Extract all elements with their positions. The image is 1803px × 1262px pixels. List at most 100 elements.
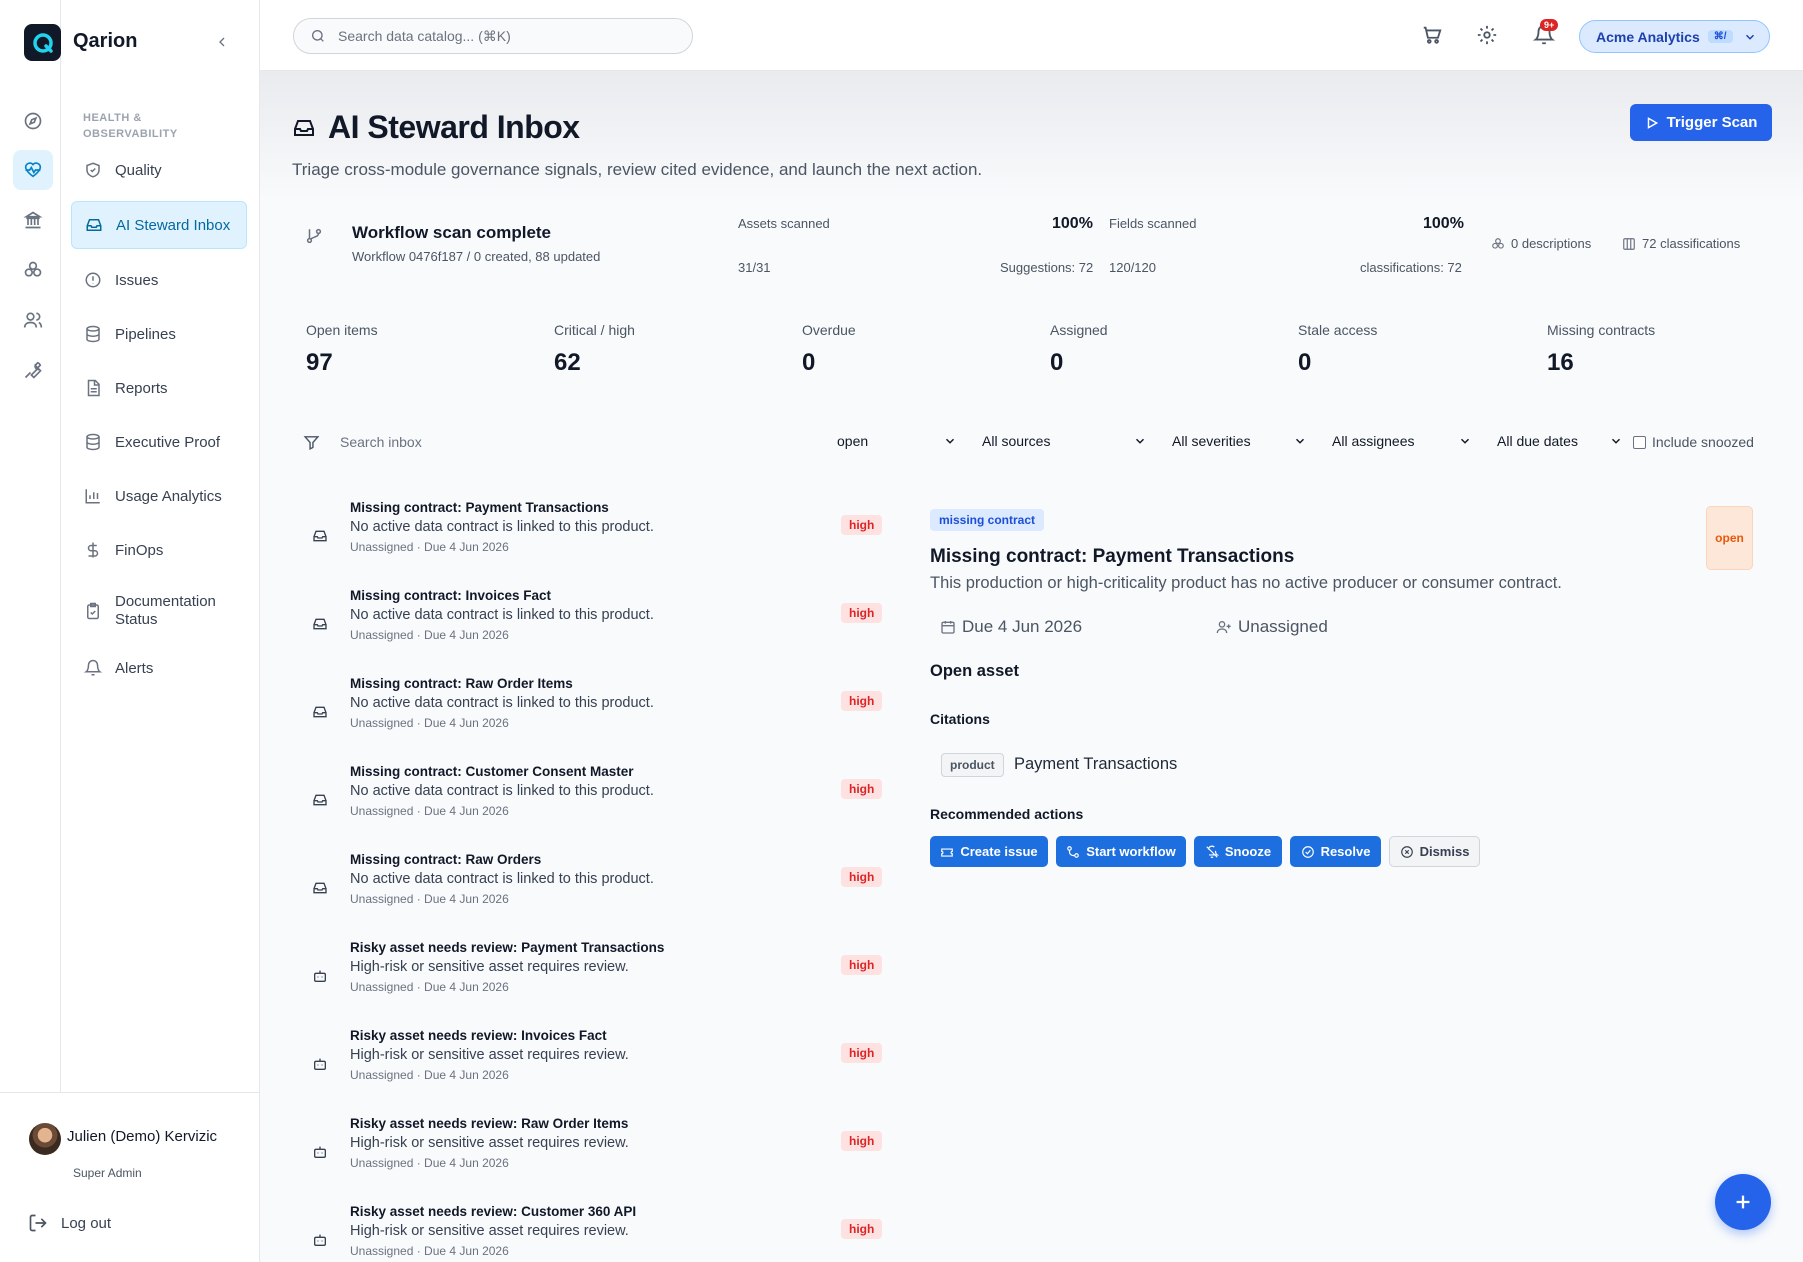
sidebar-item-usage-analytics[interactable]: Usage Analytics — [71, 472, 247, 520]
collapse-sidebar-icon[interactable] — [214, 34, 230, 50]
stat-stale-access-value: 0 — [1298, 349, 1312, 376]
database-icon — [86, 325, 100, 343]
sidebar-item-pipelines[interactable]: Pipelines — [71, 310, 247, 358]
scan-subtitle: Workflow 0476f187 / 0 created, 88 update… — [352, 249, 601, 264]
severity-filter-value: All severities — [1172, 433, 1251, 449]
sidebar-item-label: FinOps — [115, 541, 164, 559]
sidebar-item-label: Pipelines — [115, 325, 176, 343]
wrench-icon[interactable] — [13, 350, 53, 390]
severity-badge: high — [841, 1219, 883, 1239]
detail-assignee[interactable]: Unassigned — [1216, 617, 1328, 637]
avatar[interactable] — [29, 1123, 61, 1155]
item-title: Missing contract: Payment Transactions — [350, 500, 609, 515]
list-item[interactable]: Missing contract: Invoices Fact No activ… — [300, 588, 890, 668]
sidebar-item-alerts[interactable]: Alerts — [71, 644, 247, 692]
item-title: Risky asset needs review: Raw Order Item… — [350, 1116, 629, 1131]
source-filter-select[interactable]: All sources — [982, 433, 1147, 449]
inbox-icon — [313, 882, 327, 894]
create-issue-button[interactable]: Create issue — [930, 836, 1048, 867]
fields-scanned-count: 120/120 — [1109, 260, 1156, 275]
cart-icon[interactable] — [1421, 24, 1443, 46]
clipboard-check-icon — [87, 602, 99, 620]
gear-icon[interactable] — [1476, 24, 1498, 46]
sidebar-item-label: Alerts — [115, 659, 154, 677]
sidebar-item-issues[interactable]: Issues — [71, 256, 247, 304]
bot-icon — [314, 970, 326, 982]
assets-scanned-pct: 100% — [1052, 215, 1093, 232]
sidebar-item-reports[interactable]: Reports — [71, 364, 247, 412]
compass-icon[interactable] — [13, 101, 53, 141]
severity-badge: high — [841, 515, 883, 535]
severity-filter-select[interactable]: All severities — [1172, 433, 1307, 449]
users-icon[interactable] — [13, 300, 53, 340]
status-filter-value: open — [837, 433, 869, 449]
item-title: Missing contract: Raw Orders — [350, 852, 542, 867]
snooze-button[interactable]: Snooze — [1194, 836, 1282, 867]
sidebar-item-label: Documentation Status — [115, 593, 216, 628]
add-button[interactable] — [1715, 1174, 1771, 1230]
item-meta: Unassigned · Due 4 Jun 2026 — [350, 1068, 509, 1082]
chevron-down-icon — [1745, 34, 1754, 40]
severity-badge: high — [841, 1043, 883, 1063]
dismiss-label: Dismiss — [1419, 844, 1470, 859]
checkbox[interactable] — [1633, 435, 1646, 449]
sidebar-item-documentation-status[interactable]: Documentation Status — [71, 587, 247, 635]
inbox-icon — [313, 794, 327, 806]
resolve-button[interactable]: Resolve — [1290, 836, 1381, 867]
open-asset-link[interactable]: Open asset — [930, 662, 1019, 681]
sidebar-item-finops[interactable]: FinOps — [71, 526, 247, 574]
item-meta: Unassigned · Due 4 Jun 2026 — [350, 804, 509, 818]
sidebar-item-quality[interactable]: Quality — [71, 146, 247, 194]
list-item[interactable]: Missing contract: Raw Orders No active d… — [300, 852, 890, 932]
database-icon — [86, 433, 100, 451]
list-item[interactable]: Risky asset needs review: Raw Order Item… — [300, 1116, 890, 1196]
heart-pulse-icon[interactable] — [13, 150, 53, 190]
bar-chart-icon — [85, 489, 100, 504]
inbox-search-input[interactable]: Search inbox — [340, 434, 422, 450]
sidebar-item-ai-steward-inbox[interactable]: AI Steward Inbox — [71, 201, 247, 249]
nav-section-title: HEALTH & OBSERVABILITY — [83, 112, 178, 140]
resolve-label: Resolve — [1320, 844, 1371, 859]
list-item[interactable]: Risky asset needs review: Payment Transa… — [300, 940, 890, 1020]
due-date-filter-select[interactable]: All due dates — [1497, 433, 1623, 449]
search-input[interactable]: Search data catalog... (⌘K) — [293, 18, 693, 54]
trigger-scan-button[interactable]: Trigger Scan — [1630, 104, 1772, 141]
user-plus-icon — [1216, 621, 1231, 634]
classifications-text: 72 classifications — [1642, 236, 1741, 251]
descriptions-text: 0 descriptions — [1511, 236, 1592, 251]
assignee-text: Unassigned — [1238, 617, 1328, 636]
item-title: Risky asset needs review: Payment Transa… — [350, 940, 665, 955]
divider — [0, 1092, 260, 1093]
logout-button[interactable]: Log out — [28, 1213, 111, 1233]
dismiss-button[interactable]: Dismiss — [1389, 836, 1480, 867]
list-item[interactable]: Missing contract: Payment Transactions N… — [300, 500, 890, 580]
qarion-logo[interactable] — [24, 24, 61, 61]
list-item[interactable]: Missing contract: Raw Order Items No act… — [300, 676, 890, 756]
page-title: AI Steward Inbox — [292, 109, 580, 146]
check-circle-icon — [1301, 845, 1314, 858]
boxes-icon[interactable] — [13, 250, 53, 290]
org-switcher[interactable]: Acme Analytics ⌘/ — [1579, 20, 1770, 53]
item-description: No active data contract is linked to thi… — [350, 695, 654, 711]
include-snoozed-label: Include snoozed — [1652, 434, 1754, 450]
sidebar-item-label: Issues — [115, 271, 159, 289]
notification-badge: 9+ — [1540, 19, 1559, 31]
list-item[interactable]: Risky asset needs review: Invoices Fact … — [300, 1028, 890, 1108]
item-description: No active data contract is linked to thi… — [350, 871, 654, 887]
sidebar-item-executive-proof[interactable]: Executive Proof — [71, 418, 247, 466]
citations-heading: Citations — [930, 711, 990, 727]
list-item[interactable]: Risky asset needs review: Customer 360 A… — [300, 1204, 890, 1262]
list-item[interactable]: Missing contract: Customer Consent Maste… — [300, 764, 890, 844]
include-snoozed-checkbox[interactable]: Include snoozed — [1633, 434, 1754, 450]
stat-critical-high-label: Critical / high — [554, 322, 635, 338]
status-filter-select[interactable]: open — [837, 433, 957, 449]
citation-link[interactable]: Payment Transactions — [1014, 755, 1177, 774]
file-text-icon — [87, 379, 100, 397]
start-workflow-button[interactable]: Start workflow — [1056, 836, 1186, 867]
assignee-filter-select[interactable]: All assignees — [1332, 433, 1472, 449]
stat-assigned-label: Assigned — [1050, 322, 1108, 338]
landmark-icon[interactable] — [13, 200, 53, 240]
search-placeholder: Search data catalog... (⌘K) — [338, 27, 511, 44]
sidebar-item-label: Usage Analytics — [115, 487, 222, 505]
chevron-down-icon — [1135, 438, 1145, 444]
